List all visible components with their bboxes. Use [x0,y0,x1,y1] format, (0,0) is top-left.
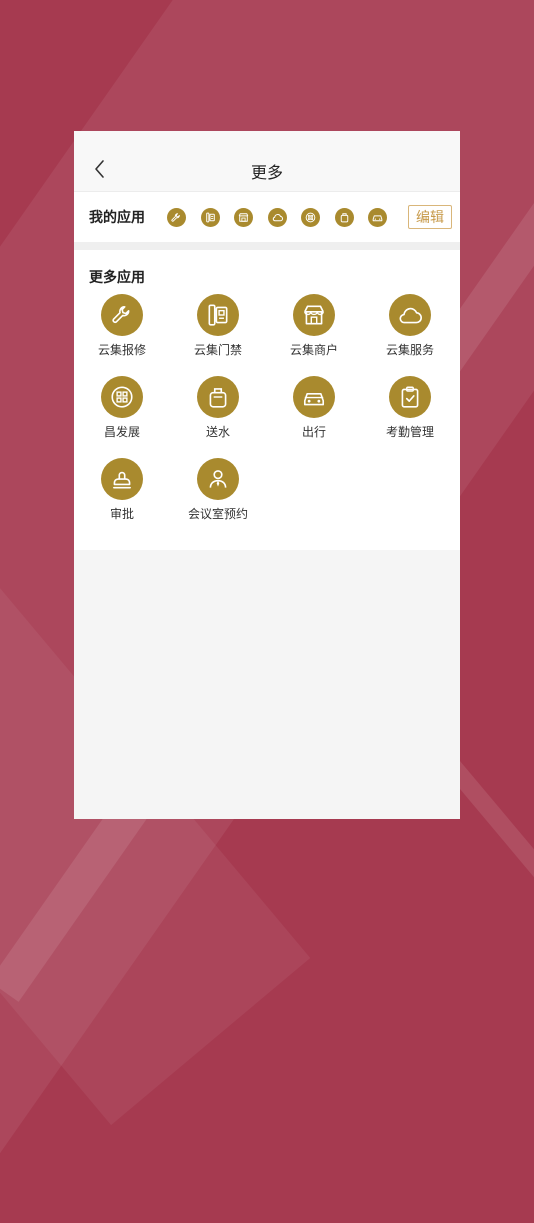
app-icon-circle [389,294,431,336]
app-yunji-repair[interactable]: 云集报修 [74,294,170,376]
section-divider [74,242,460,250]
app-yunji-access[interactable]: 云集门禁 [170,294,266,376]
my-app-service[interactable] [267,207,287,227]
my-app-repair[interactable] [167,207,186,227]
app-yunji-merchant[interactable]: 云集商户 [266,294,362,376]
app-label: 送水 [205,425,230,439]
app-attendance[interactable]: 考勤管理 [362,376,458,458]
water-bottle-icon [209,388,227,408]
app-changfazhan[interactable]: 昌发展 [74,376,170,458]
app-icon-circle [197,376,239,418]
app-label: 会议室预约 [187,507,248,521]
app-label: 出行 [301,425,326,439]
app-yunji-service[interactable]: 云集服务 [362,294,458,376]
app-icon-circle [389,376,431,418]
app-label: 审批 [109,507,134,521]
app-meeting-room[interactable]: 会议室预约 [170,458,266,540]
cloud-icon [399,307,422,324]
app-grid: 云集报修 云集门禁 云集商户 云集服务 昌发展 送水 出行 考勤管理 审批 会议… [74,294,460,540]
my-app-water[interactable] [334,207,354,227]
my-apps-label: 我的应用 [89,210,145,226]
app-label: 云集门禁 [193,343,242,357]
store-icon [238,212,249,222]
app-approval[interactable]: 审批 [74,458,170,540]
app-icon-circle [101,294,143,336]
door-icon [205,212,215,222]
app-icon-circle [101,376,143,418]
app-label: 云集商户 [289,343,338,357]
app-icon-circle [293,376,335,418]
my-apps-icons [167,207,402,227]
car-icon [372,214,383,221]
app-label: 云集报修 [97,343,146,357]
cloud-icon [272,213,283,221]
grid-badge-icon [111,386,133,408]
app-label: 云集服务 [385,343,434,357]
app-icon-circle [197,294,239,336]
edit-button[interactable]: 编辑 [408,205,452,229]
app-icon-circle [293,294,335,336]
more-apps-section: 更多应用 云集报修 云集门禁 云集商户 云集服务 昌发展 送水 出行 考勤管理 … [74,250,460,550]
clipboard-check-icon [401,386,419,408]
wrench-icon [112,306,130,324]
nav-bar: 更多 [74,131,460,192]
app-icon-circle [197,458,239,500]
app-travel[interactable]: 出行 [266,376,362,458]
wrench-icon [171,212,180,222]
my-app-access[interactable] [200,207,220,227]
grid-badge-icon [305,212,316,222]
water-bottle-icon [340,212,348,222]
person-icon [209,470,227,488]
car-icon [303,392,325,406]
app-icon-circle [101,458,143,500]
store-icon [304,305,324,325]
more-apps-title: 更多应用 [89,270,145,286]
app-label: 考勤管理 [385,425,434,439]
my-app-travel[interactable] [368,207,387,227]
page-title: 更多 [250,163,283,182]
door-icon [208,304,228,326]
my-app-merchant[interactable] [234,207,253,227]
stamp-icon [113,471,131,489]
my-apps-bar: 我的应用 编辑 [74,192,460,242]
my-app-develop[interactable] [301,207,320,227]
phone-screen: 更多 我的应用 编辑 更多应用 云集报修 云集门禁 云集商户 云集服务 昌发展 … [74,131,460,819]
app-water-delivery[interactable]: 送水 [170,376,266,458]
app-label: 昌发展 [103,425,140,439]
